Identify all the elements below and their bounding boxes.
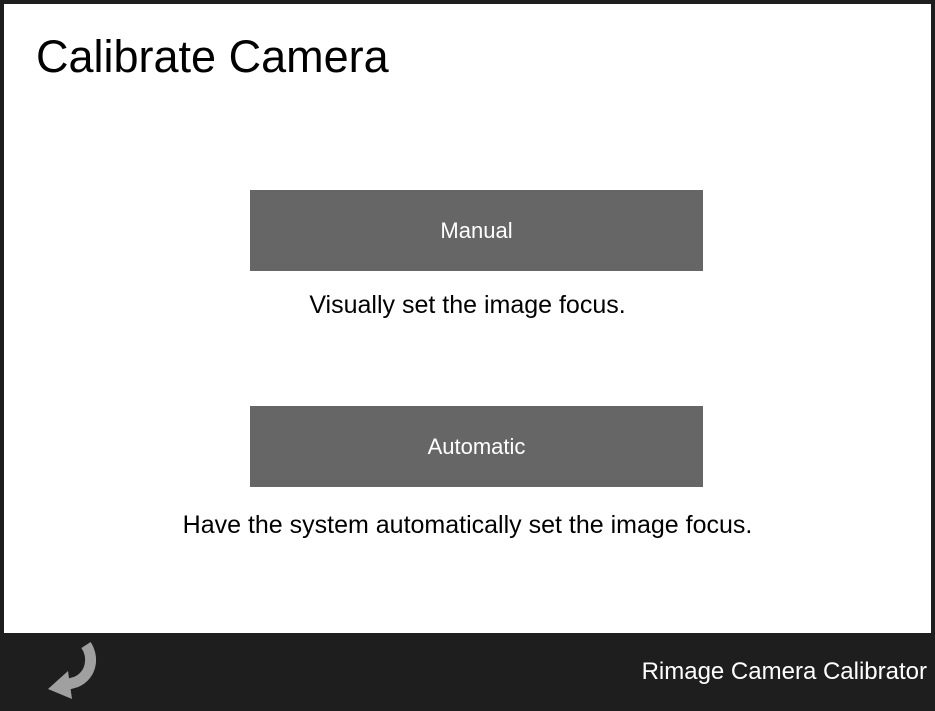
manual-button-label: Manual — [440, 217, 513, 243]
page-title: Calibrate Camera — [36, 31, 389, 82]
back-arrow-icon — [48, 641, 97, 699]
back-button[interactable] — [36, 641, 104, 701]
automatic-description: Have the system automatically set the im… — [182, 511, 753, 539]
automatic-button[interactable]: Automatic — [250, 406, 703, 487]
calibrate-camera-window: Calibrate Camera Manual Visually set the… — [0, 0, 935, 711]
automatic-button-label: Automatic — [427, 433, 526, 459]
manual-description: Visually set the image focus. — [309, 291, 626, 319]
manual-button[interactable]: Manual — [250, 190, 703, 271]
app-name-label: Rimage Camera Calibrator — [641, 658, 927, 685]
footer-bar: Rimage Camera Calibrator — [4, 633, 931, 707]
